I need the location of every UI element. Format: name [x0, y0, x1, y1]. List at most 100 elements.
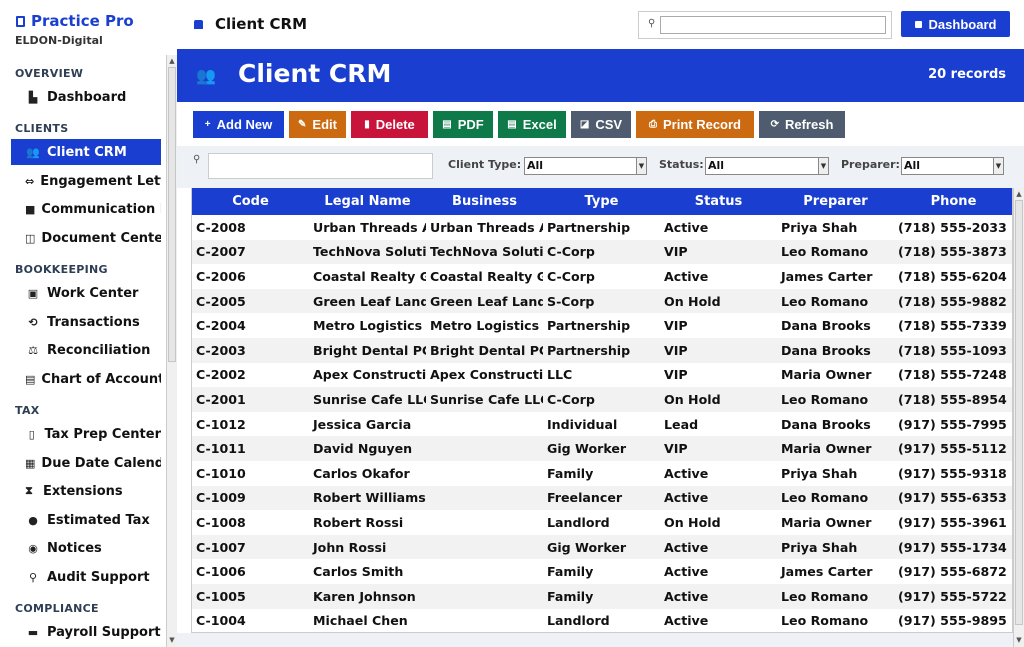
client-type-select[interactable]: All ▼: [524, 157, 647, 175]
sidebar-item-transactions[interactable]: ⟲ Transactions: [11, 309, 161, 335]
table-cell-phone: (917) 555-9318: [898, 465, 1007, 481]
table-cell-phone: (718) 555-8954: [894, 387, 1012, 412]
trash-icon: ▮: [364, 119, 370, 130]
table-cell-status: On Hold: [660, 288, 777, 314]
sidebar-item-notices[interactable]: ◉ Notices: [11, 535, 161, 561]
section-overview: OVERVIEW: [15, 67, 84, 80]
sidebar-item-dashboard[interactable]: ▙ Dashboard: [11, 84, 161, 110]
table-cell-code: C-1007: [192, 534, 309, 560]
global-search-input[interactable]: [660, 16, 886, 34]
table-scrollbar[interactable]: ▲ ▼: [1013, 188, 1024, 647]
home-icon: [914, 20, 922, 28]
table-cell-code: C-2001: [192, 387, 309, 412]
sidebar-item-tax-prep-center[interactable]: ▯ Tax Prep Center: [11, 421, 161, 447]
section-compliance: COMPLIANCE: [15, 602, 99, 615]
table-row[interactable]: C-1009 Robert Williams Freelancer Active Leo…: [192, 485, 1012, 511]
table-row[interactable]: C-1007 John Rossi Gig Worker Active Priya Sh…: [192, 534, 1012, 560]
table-cell-type: Family: [547, 465, 594, 481]
edit-button[interactable]: ✎ Edit: [289, 111, 346, 138]
preparer-select[interactable]: All ▼: [901, 157, 1004, 175]
add-new-button[interactable]: + Add New: [193, 111, 284, 138]
sidebar-scrollbar[interactable]: ▲ ▼: [166, 55, 177, 647]
sidebar-item-reconciliation[interactable]: ⚖ Reconciliation: [11, 337, 161, 363]
table-cell-status: VIP: [664, 367, 688, 383]
column-header-legal-name[interactable]: Legal Name: [309, 188, 426, 215]
table-row[interactable]: C-2006 Coastal Realty GroupCoastal Realty…: [192, 264, 1012, 289]
table-row[interactable]: C-1004 Michael Chen Landlord Active Leo Roma…: [192, 609, 1012, 633]
table-row[interactable]: C-2005Green Leaf LandscapingGreen Leaf L…: [192, 288, 1012, 314]
table-row[interactable]: C-2002 Apex ConstructionApex Construction…: [192, 363, 1012, 388]
scroll-up-icon[interactable]: ▲: [1014, 189, 1024, 199]
table-cell-code: C-1005: [192, 583, 309, 609]
column-header-preparer[interactable]: Preparer: [777, 188, 894, 215]
book-icon: ▤: [25, 372, 36, 386]
sidebar-item-audit-support[interactable]: ⚲ Audit Support: [11, 564, 161, 590]
table-cell-status: Active: [664, 465, 709, 481]
app-brand[interactable]: Practice Pro: [16, 12, 134, 30]
column-header-phone[interactable]: Phone: [894, 188, 1012, 215]
table-cell-business: Urban Threads Apparel: [430, 219, 543, 235]
table-row[interactable]: C-1011 David Nguyen Gig Worker VIP Maria Own…: [192, 436, 1012, 461]
sidebar-item-extensions[interactable]: ⧗ Extensions: [11, 478, 161, 504]
table-cell-code: C-2006: [196, 268, 246, 284]
table-cell-phone: (917) 555-6353: [894, 485, 1012, 511]
briefcase-icon: ▣: [27, 286, 39, 300]
column-header-status[interactable]: Status: [660, 188, 777, 215]
table-row[interactable]: C-2004 Metro Logistics LLCMetro Logistics…: [192, 313, 1012, 338]
excel-button[interactable]: ▤ Excel: [498, 111, 566, 138]
table-cell-type: Partnership: [547, 318, 631, 334]
sidebar-item-work-center[interactable]: ▣ Work Center: [11, 280, 161, 306]
table-cell-type: Individual: [547, 416, 618, 432]
scroll-up-icon[interactable]: ▲: [167, 56, 177, 66]
dashboard-button[interactable]: Dashboard: [901, 11, 1010, 37]
scroll-down-icon[interactable]: ▼: [167, 635, 177, 645]
table-row[interactable]: C-2001 Sunrise Cafe LLC Sunrise Cafe LLC C-…: [192, 387, 1012, 412]
table-row[interactable]: C-2007TechNova SolutionsTechNova Solutio…: [192, 239, 1012, 265]
table-cell-phone: (917) 555-7995: [898, 416, 1007, 432]
sidebar-item-document-center[interactable]: ◫ Document Center: [11, 225, 161, 251]
refresh-button[interactable]: ⟳ Refresh: [759, 111, 845, 138]
print-record-button[interactable]: ⎙ Print Record: [636, 111, 754, 138]
table-row[interactable]: C-1008 Robert Rossi Landlord On Hold Maria O…: [192, 510, 1012, 535]
sidebar-item-engagement-letters[interactable]: ⇔ Engagement Letters: [11, 168, 161, 194]
sidebar-scroll-thumb[interactable]: [168, 67, 176, 362]
table-scroll-thumb[interactable]: [1015, 200, 1023, 625]
table-cell-code: C-1012: [196, 416, 246, 432]
sidebar-item-label: Notices: [47, 540, 102, 556]
sidebar-item-label: Communication Log: [41, 201, 161, 217]
table-cell-preparer: James Carter: [781, 268, 873, 284]
sidebar-item-client-crm[interactable]: 👥 Client CRM: [11, 139, 161, 165]
column-header-business[interactable]: Business: [426, 188, 543, 215]
toolbar: + Add New ✎ Edit ▮ Delete ▤ PDF ▤ Excel ◪ CSV …: [177, 102, 1024, 146]
column-header-type[interactable]: Type: [543, 188, 660, 215]
app-name: Practice Pro: [31, 12, 134, 30]
sidebar-item-communication-log[interactable]: ■ Communication Log: [11, 196, 161, 222]
home-icon: [194, 20, 203, 29]
table-cell-code: C-1010: [196, 465, 246, 481]
table-row[interactable]: C-1010 Carlos Okafor Family Active Priya Sha…: [192, 461, 1012, 486]
table-row[interactable]: C-1006 Carlos Smith Family Active James Cart…: [192, 559, 1012, 584]
table-cell-preparer: Leo Romano: [777, 485, 894, 511]
table-row[interactable]: C-1012 Jessica Garcia Individual Lead Dana B…: [192, 412, 1012, 437]
table-search-input[interactable]: [208, 153, 433, 179]
table-cell-legal-name: Carlos Okafor: [313, 465, 410, 481]
table-row[interactable]: C-2003 Bright Dental PC Bright Dental PC Pa…: [192, 337, 1012, 363]
table-row[interactable]: C-2008 Urban Threads ApparelUrban Threads…: [192, 215, 1012, 240]
sidebar-item-due-date-calendar[interactable]: ▦ Due Date Calendar: [11, 450, 161, 476]
sidebar-item-label: Due Date Calendar: [41, 455, 161, 471]
scroll-down-icon[interactable]: ▼: [1014, 635, 1024, 645]
table-cell-code: C-2008: [196, 219, 246, 235]
section-clients: CLIENTS: [15, 122, 69, 135]
pdf-button[interactable]: ▤ PDF: [433, 111, 493, 138]
sidebar-item-chart-of-accounts[interactable]: ▤ Chart of Accounts: [11, 366, 161, 392]
csv-button[interactable]: ◪ CSV: [571, 111, 631, 138]
sidebar-item-payroll-support[interactable]: ▬ Payroll Support: [11, 619, 161, 645]
filter-bar: ⚲ Client Type: All ▼ Status: All ▼ Prepare…: [177, 146, 1024, 188]
delete-button[interactable]: ▮ Delete: [351, 111, 428, 138]
column-header-code[interactable]: Code: [192, 188, 309, 215]
table-row[interactable]: C-1005 Karen Johnson Family Active Leo Roman…: [192, 583, 1012, 609]
table-cell-phone: (718) 555-9882: [894, 288, 1012, 314]
table-cell-phone: (718) 555-1093: [894, 337, 1012, 363]
status-select[interactable]: All ▼: [705, 157, 829, 175]
sidebar-item-estimated-tax[interactable]: ● Estimated Tax: [11, 507, 161, 533]
